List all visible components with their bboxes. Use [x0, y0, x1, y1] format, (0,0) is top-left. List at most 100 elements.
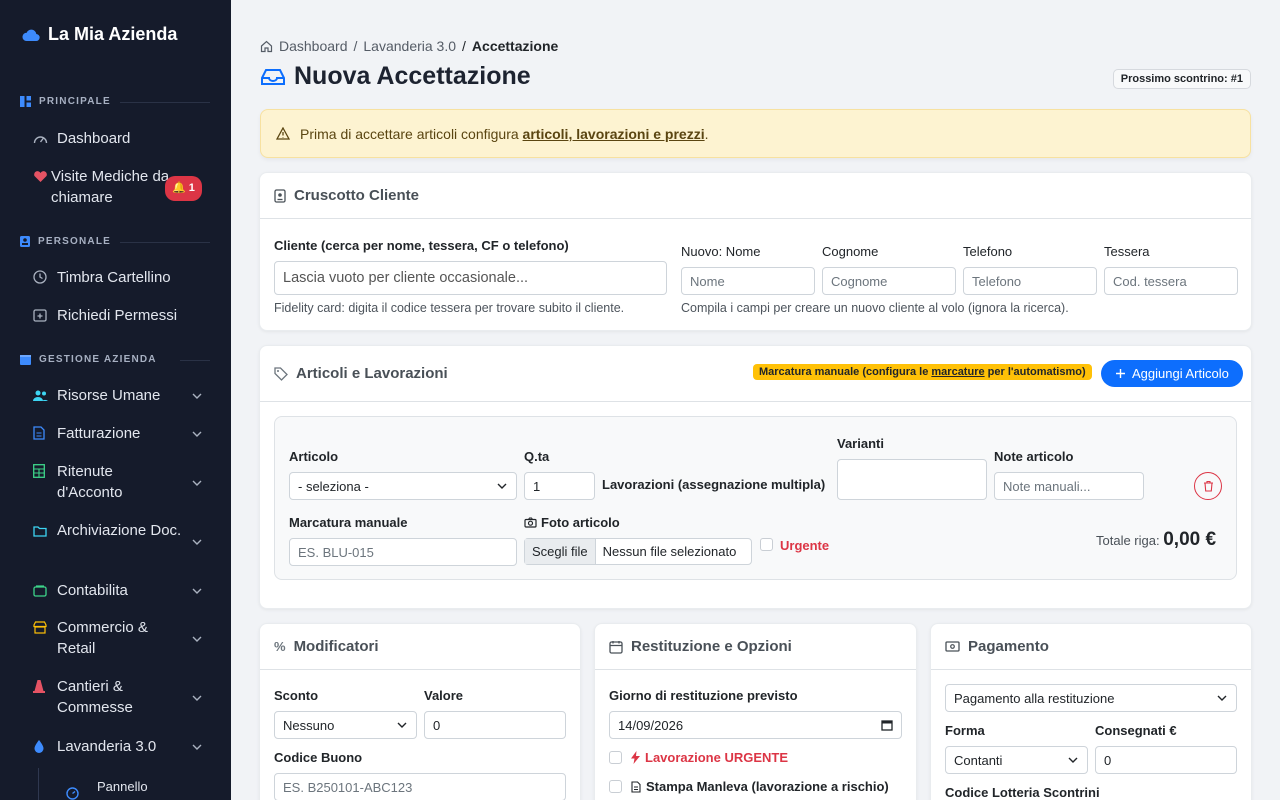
telefono-label: Telefono — [963, 244, 1013, 259]
client-search-input[interactable]: Lascia vuoto per cliente occasionale... — [274, 261, 667, 295]
foto-file-input[interactable]: Scegli file Nessun file selezionato — [524, 538, 752, 565]
alert-config-link[interactable]: articoli, lavorazioni e prezzi — [523, 126, 705, 142]
select-value: Contanti — [954, 752, 1003, 768]
tessera-label: Tessera — [1104, 244, 1150, 259]
plus-icon — [1116, 369, 1125, 378]
sidebar-item-risorse[interactable]: Risorse Umane — [33, 385, 203, 408]
sidebar-item-visite[interactable]: Visite Mediche da chiamare 🔔 1 — [33, 166, 203, 208]
marcatura-input[interactable]: ES. BLU-015 — [289, 538, 517, 566]
cone-icon — [33, 678, 49, 699]
sidebar-item-lavanderia[interactable]: Lavanderia 3.0 — [33, 736, 203, 759]
add-article-label: Aggiungi Articolo — [1132, 366, 1229, 381]
section-label: GESTIONE AZIENDA — [39, 354, 157, 365]
tessera-input[interactable]: Cod. tessera — [1104, 267, 1238, 295]
new-client-help: Compila i campi per creare un nuovo clie… — [681, 301, 1069, 315]
section-principale: PRINCIPALE — [20, 96, 210, 107]
foto-label: Foto articolo — [524, 515, 620, 530]
speedometer-icon — [33, 130, 49, 151]
sidebar-item-timbra[interactable]: Timbra Cartellino — [33, 267, 203, 290]
modo-pagamento-select[interactable]: Pagamento alla restituzione — [945, 684, 1237, 712]
restituzione-card: Restituzione e Opzioni Giorno di restitu… — [594, 623, 917, 800]
chevron-down-icon — [497, 483, 507, 489]
sidebar-item-label: Dashboard — [57, 130, 131, 147]
select-value: Nessuno — [283, 717, 335, 733]
nome-input[interactable]: Nome — [681, 267, 815, 295]
chevron-down-icon — [192, 695, 202, 701]
add-article-button[interactable]: Aggiungi Articolo — [1101, 360, 1243, 387]
chevron-down-icon — [192, 636, 202, 642]
document-icon — [33, 425, 49, 446]
sidebar-item-ritenute[interactable]: Ritenute d'Acconto — [33, 461, 203, 503]
sidebar-item-contabilita[interactable]: Contabilita — [33, 580, 203, 603]
urgente-lavorazione-checkbox[interactable] — [609, 751, 622, 764]
client-search-label: Cliente (cerca per nome, tessera, CF o t… — [274, 238, 569, 253]
folder-icon — [33, 522, 49, 543]
card-title: Articoli e Lavorazioni — [296, 365, 448, 382]
buono-input[interactable]: ES. B250101-ABC123 — [274, 773, 566, 800]
sidebar-item-permessi[interactable]: Richiedi Permessi — [33, 305, 203, 328]
shop-icon — [33, 619, 49, 640]
sidebar-item-cantieri[interactable]: Cantieri & Commesse — [33, 676, 203, 718]
varianti-select[interactable] — [837, 459, 987, 500]
grid-icon — [20, 96, 31, 107]
sidebar-item-label: Contabilita — [57, 582, 128, 599]
sidebar-item-commercio[interactable]: Commercio & Retail — [33, 617, 203, 659]
delete-article-button[interactable] — [1194, 472, 1222, 500]
receipt-badge: Prossimo scontrino: #1 — [1112, 69, 1251, 89]
sconto-select[interactable]: Nessuno — [274, 711, 417, 739]
totale-label: Totale riga: — [1096, 533, 1160, 548]
sidebar-item-label: Cantieri & Commesse — [57, 678, 133, 716]
breadcrumb-lavanderia[interactable]: Lavanderia 3.0 — [363, 38, 456, 54]
sidebar-item-archiviazione[interactable]: Archiviazione Doc. — [33, 520, 203, 545]
sidebar-item-fatturazione[interactable]: Fatturazione — [33, 423, 203, 446]
tags-icon — [274, 366, 288, 381]
valore-input[interactable]: 0 — [424, 711, 566, 739]
manleva-label: Stampa Manleva (lavorazione a rischio) — [631, 779, 889, 794]
totale-riga: Totale riga: 0,00 € — [1096, 529, 1216, 551]
articolo-select[interactable]: - seleziona - — [289, 472, 517, 500]
manleva-checkbox[interactable] — [609, 780, 622, 793]
select-value: - seleziona - — [298, 478, 369, 494]
sidebar-subitem-pannello[interactable]: Pannello — [66, 776, 231, 800]
qta-input[interactable]: 1 — [524, 472, 595, 500]
brand[interactable]: La Mia Azienda — [22, 24, 177, 45]
breadcrumb: Dashboard / Lavanderia 3.0 / Accettazion… — [260, 38, 558, 54]
card-title: Cruscotto Cliente — [294, 187, 420, 204]
notification-badge: 🔔 1 — [165, 176, 202, 201]
file-choose-button[interactable]: Scegli file — [525, 539, 596, 564]
urgente-lavorazione-label: Lavorazione URGENTE — [631, 750, 788, 765]
sidebar-item-dashboard[interactable]: Dashboard — [33, 128, 203, 151]
people-icon — [33, 387, 49, 408]
articles-card: Articoli e Lavorazioni Marcatura manuale… — [259, 345, 1252, 609]
chevron-down-icon — [192, 393, 202, 399]
card-title: Pagamento — [968, 638, 1049, 655]
camera-icon — [524, 517, 537, 528]
percent-icon: % — [274, 639, 286, 654]
chevron-down-icon — [192, 588, 202, 594]
breadcrumb-home[interactable]: Dashboard — [279, 38, 348, 54]
cognome-input[interactable]: Cognome — [822, 267, 956, 295]
sidebar-item-label: Timbra Cartellino — [57, 269, 171, 286]
note-input[interactable]: Note manuali... — [994, 472, 1144, 500]
giorno-date-input[interactable]: 14/09/2026 — [609, 711, 902, 739]
warning-alert: Prima di accettare articoli configura ar… — [260, 109, 1251, 158]
sconto-label: Sconto — [274, 688, 319, 703]
articolo-label: Articolo — [289, 449, 339, 464]
sidebar-item-label: Risorse Umane — [57, 387, 161, 404]
sidebar-item-label: Commercio & Retail — [57, 619, 148, 657]
valore-label: Valore — [424, 688, 464, 703]
urgente-checkbox[interactable] — [760, 538, 773, 551]
gauge-icon — [66, 785, 79, 800]
client-search-help: Fidelity card: digita il codice tessera … — [274, 301, 625, 315]
forma-select[interactable]: Contanti — [945, 746, 1088, 774]
consegnati-input[interactable]: 0 — [1095, 746, 1237, 774]
telefono-input[interactable]: Telefono — [963, 267, 1097, 295]
pagamento-card: Pagamento Pagamento alla restituzione Fo… — [930, 623, 1252, 800]
person-badge-icon — [274, 188, 286, 203]
chevron-down-icon — [1068, 757, 1078, 763]
marcature-link[interactable]: marcature — [931, 366, 984, 378]
clock-icon — [33, 269, 49, 290]
totale-value: 0,00 € — [1163, 529, 1217, 550]
select-value: Pagamento alla restituzione — [954, 690, 1115, 706]
page-title: Nuova Accettazione — [260, 62, 531, 91]
